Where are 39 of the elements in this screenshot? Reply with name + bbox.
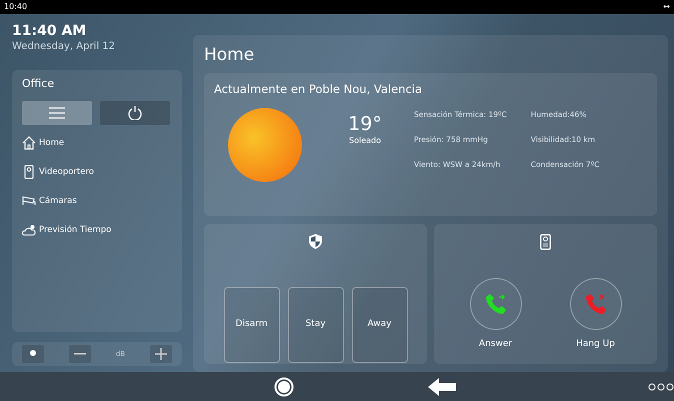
status-indicator: ↔	[663, 1, 670, 13]
call-action-label: Answer	[478, 338, 512, 350]
menu-item[interactable]: Home	[22, 128, 172, 158]
minus-icon	[74, 353, 86, 356]
more-button[interactable]	[648, 382, 674, 390]
power-icon	[128, 106, 142, 120]
panel-title: Office	[22, 76, 56, 92]
clock-date: Wednesday, April 12	[12, 40, 116, 54]
menu-item[interactable]: Previsión Tiempo	[22, 216, 172, 245]
house-icon	[22, 136, 36, 150]
call-action-label: Hang Up	[576, 338, 615, 350]
back-button[interactable]	[428, 378, 456, 396]
plus-icon	[154, 348, 167, 360]
home-button[interactable]	[274, 376, 294, 396]
menu-item[interactable]: Videoportero	[22, 158, 172, 187]
alarm-mode-button[interactable]: Away	[352, 286, 408, 362]
doorphone-icon	[540, 234, 551, 250]
temperature: 19°	[347, 114, 383, 135]
menu-button[interactable]	[22, 100, 92, 125]
menu-item[interactable]: Cámaras	[22, 186, 172, 216]
page-title: Home	[204, 44, 256, 67]
dots-icon	[648, 382, 674, 390]
volume-up-button[interactable]	[150, 345, 172, 364]
menu-icon	[49, 106, 65, 119]
cloud-sun-icon	[22, 223, 36, 238]
home-circle-icon	[274, 376, 294, 396]
shield-icon	[309, 234, 322, 248]
sun-icon	[228, 108, 302, 182]
alarm-mode-button[interactable]: Stay	[288, 286, 344, 362]
weather-condition: Soleado	[348, 134, 382, 147]
doorphone-icon	[22, 165, 36, 180]
alarm-mode-button[interactable]: Disarm	[224, 286, 280, 362]
back-arrow-icon	[428, 378, 456, 396]
power-button[interactable]	[100, 100, 170, 125]
status-time: 10:40	[4, 1, 28, 13]
clock-time: 11:40 AM	[12, 24, 88, 40]
weather-location: Actualmente en Poble Nou, Valencia	[214, 80, 424, 98]
volume-down-button[interactable]	[68, 345, 91, 364]
speaker-button[interactable]	[22, 345, 44, 364]
